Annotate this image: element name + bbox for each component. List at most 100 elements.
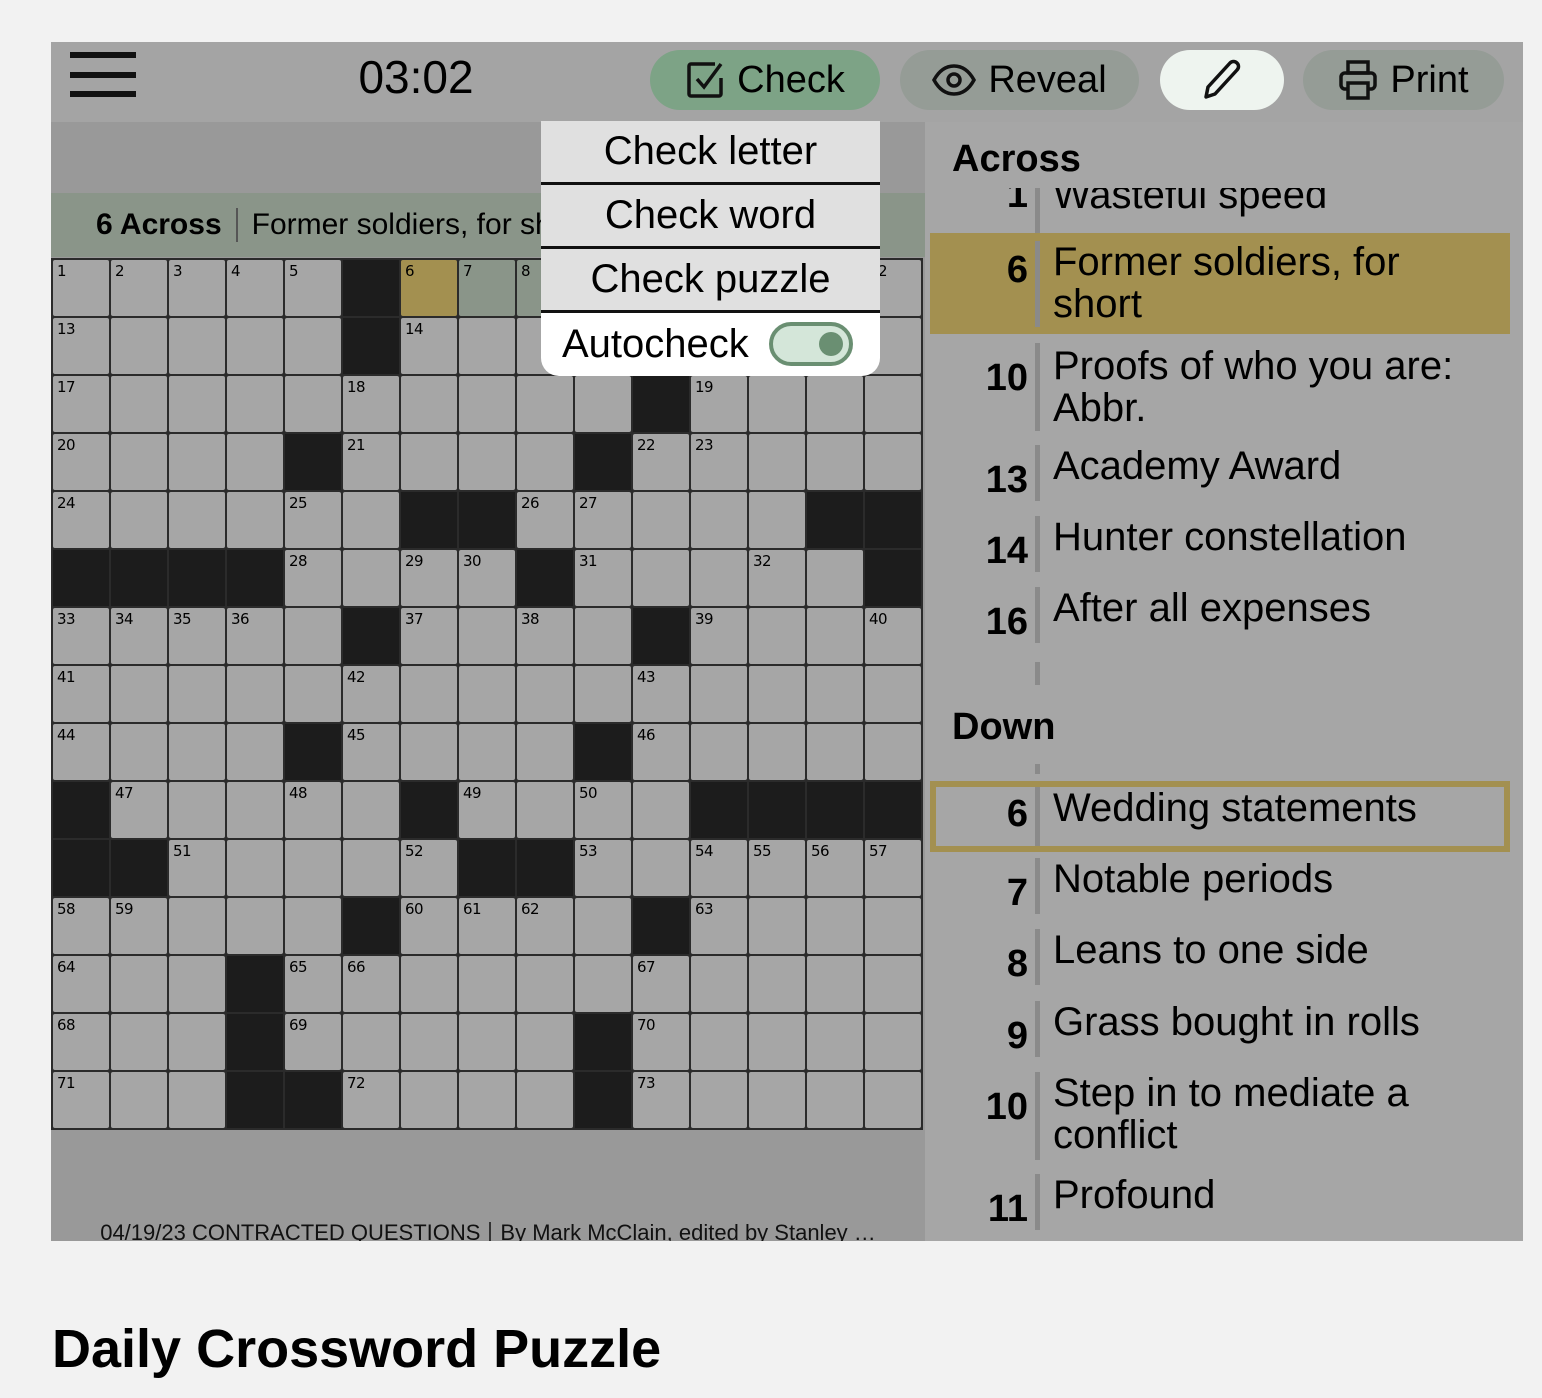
grid-cell[interactable]: 21 <box>343 434 399 490</box>
grid-cell[interactable]: 51 <box>169 840 225 896</box>
grid-cell[interactable] <box>111 1072 167 1128</box>
grid-cell[interactable] <box>633 782 689 838</box>
grid-cell[interactable]: 46 <box>633 724 689 780</box>
grid-cell[interactable] <box>227 492 283 548</box>
grid-cell[interactable] <box>807 608 863 664</box>
grid-cell[interactable] <box>575 666 631 722</box>
grid-cell[interactable] <box>865 1072 921 1128</box>
grid-cell[interactable] <box>517 1072 573 1128</box>
grid-cell[interactable] <box>517 724 573 780</box>
grid-cell[interactable] <box>807 666 863 722</box>
grid-cell[interactable] <box>343 840 399 896</box>
grid-cell[interactable] <box>285 666 341 722</box>
clue-down-9[interactable]: 9 Grass bought in rolls <box>930 1001 1510 1057</box>
grid-cell[interactable] <box>227 434 283 490</box>
check-letter-option[interactable]: Check letter <box>541 121 880 185</box>
grid-cell[interactable] <box>749 1014 805 1070</box>
grid-cell[interactable] <box>401 666 457 722</box>
grid-cell[interactable] <box>111 1014 167 1070</box>
grid-cell[interactable] <box>691 550 747 606</box>
grid-cell[interactable] <box>749 434 805 490</box>
grid-cell[interactable] <box>517 666 573 722</box>
grid-cell[interactable]: 19 <box>691 376 747 432</box>
pencil-button[interactable] <box>1160 50 1284 110</box>
clue-down-7[interactable]: 7 Notable periods <box>930 858 1510 914</box>
grid-cell[interactable] <box>285 840 341 896</box>
grid-cell[interactable] <box>691 666 747 722</box>
grid-cell[interactable] <box>459 434 515 490</box>
grid-cell[interactable] <box>633 550 689 606</box>
grid-cell[interactable]: 27 <box>575 492 631 548</box>
grid-cell[interactable]: 55 <box>749 840 805 896</box>
grid-cell[interactable] <box>459 608 515 664</box>
grid-cell[interactable]: 43 <box>633 666 689 722</box>
grid-cell[interactable] <box>749 898 805 954</box>
grid-cell[interactable] <box>575 376 631 432</box>
grid-cell[interactable]: 1 <box>53 260 109 316</box>
grid-cell[interactable]: 25 <box>285 492 341 548</box>
grid-cell[interactable] <box>343 492 399 548</box>
grid-cell[interactable] <box>517 782 573 838</box>
grid-cell[interactable] <box>343 782 399 838</box>
grid-cell[interactable]: 48 <box>285 782 341 838</box>
grid-cell[interactable] <box>111 956 167 1012</box>
grid-cell[interactable] <box>807 1072 863 1128</box>
grid-cell[interactable]: 32 <box>749 550 805 606</box>
grid-cell[interactable]: 14 <box>401 318 457 374</box>
grid-cell[interactable] <box>865 666 921 722</box>
grid-cell[interactable]: 22 <box>633 434 689 490</box>
grid-cell[interactable] <box>691 1072 747 1128</box>
grid-cell[interactable] <box>401 434 457 490</box>
grid-cell[interactable]: 49 <box>459 782 515 838</box>
grid-cell[interactable]: 24 <box>53 492 109 548</box>
grid-cell[interactable]: 69 <box>285 1014 341 1070</box>
grid-cell[interactable]: 66 <box>343 956 399 1012</box>
clue-across-partial[interactable] <box>930 662 1510 685</box>
clue-across-14[interactable]: 14 Hunter constellation <box>930 516 1510 572</box>
grid-cell[interactable]: 64 <box>53 956 109 1012</box>
grid-cell[interactable]: 29 <box>401 550 457 606</box>
grid-cell[interactable]: 58 <box>53 898 109 954</box>
grid-cell[interactable] <box>865 898 921 954</box>
grid-cell[interactable]: 26 <box>517 492 573 548</box>
grid-cell[interactable] <box>401 1014 457 1070</box>
grid-cell[interactable] <box>169 898 225 954</box>
check-puzzle-option[interactable]: Check puzzle <box>541 249 880 313</box>
grid-cell[interactable] <box>111 376 167 432</box>
grid-cell[interactable]: 7 <box>459 260 515 316</box>
grid-cell[interactable] <box>227 666 283 722</box>
grid-cell[interactable] <box>343 550 399 606</box>
grid-cell[interactable]: 72 <box>343 1072 399 1128</box>
grid-cell[interactable]: 2 <box>111 260 167 316</box>
grid-cell[interactable] <box>807 434 863 490</box>
clue-across-16[interactable]: 16 After all expenses <box>930 587 1510 643</box>
grid-cell[interactable] <box>633 840 689 896</box>
grid-cell[interactable] <box>459 666 515 722</box>
grid-cell[interactable]: 57 <box>865 840 921 896</box>
grid-cell[interactable] <box>459 724 515 780</box>
grid-cell[interactable] <box>227 724 283 780</box>
grid-cell[interactable]: 61 <box>459 898 515 954</box>
grid-cell[interactable] <box>227 318 283 374</box>
grid-cell[interactable]: 3 <box>169 260 225 316</box>
grid-cell[interactable] <box>169 1014 225 1070</box>
clue-down-10[interactable]: 10 Step in to mediate a conflict <box>930 1072 1510 1160</box>
grid-cell[interactable] <box>169 956 225 1012</box>
grid-cell[interactable] <box>169 376 225 432</box>
grid-cell[interactable] <box>691 724 747 780</box>
grid-cell[interactable] <box>749 724 805 780</box>
grid-cell[interactable]: 6 <box>401 260 457 316</box>
grid-cell[interactable]: 59 <box>111 898 167 954</box>
grid-cell[interactable] <box>575 956 631 1012</box>
grid-cell[interactable]: 67 <box>633 956 689 1012</box>
grid-cell[interactable] <box>111 666 167 722</box>
grid-cell[interactable] <box>169 492 225 548</box>
grid-cell[interactable]: 33 <box>53 608 109 664</box>
grid-cell[interactable] <box>807 376 863 432</box>
grid-cell[interactable] <box>169 1072 225 1128</box>
grid-cell[interactable]: 42 <box>343 666 399 722</box>
grid-cell[interactable]: 31 <box>575 550 631 606</box>
grid-cell[interactable] <box>807 1014 863 1070</box>
grid-cell[interactable]: 20 <box>53 434 109 490</box>
grid-cell[interactable] <box>749 956 805 1012</box>
